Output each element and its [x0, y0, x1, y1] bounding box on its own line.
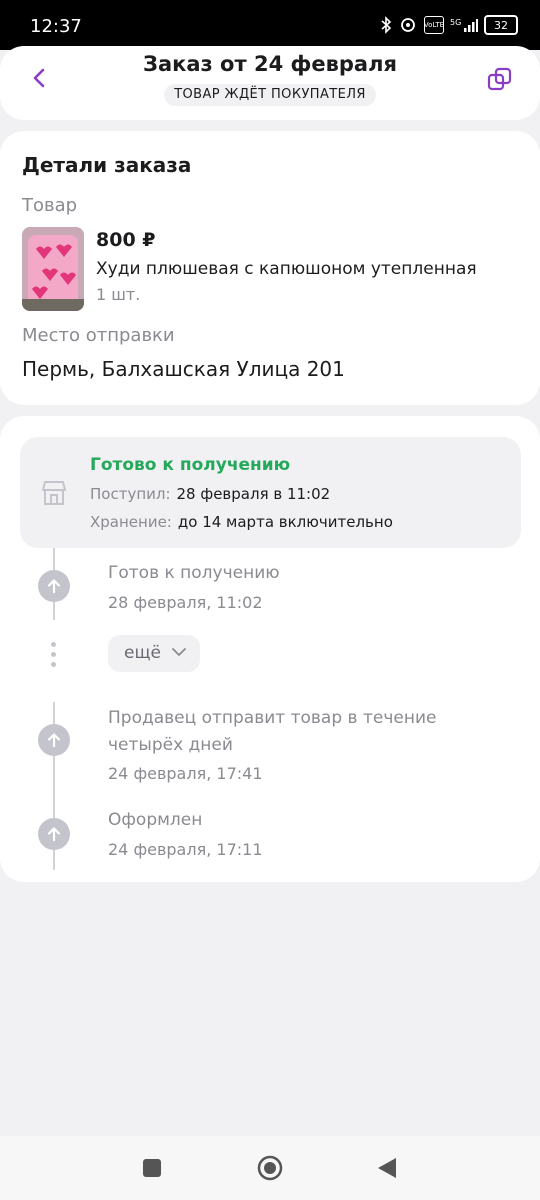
storage-label: Хранение:	[90, 513, 172, 531]
order-details-card: Детали заказа Товар 800 ₽ Худи плюшевая …	[0, 131, 540, 405]
timeline-dot-small	[51, 662, 56, 667]
ship-from-address: Пермь, Балхашская Улица 201	[22, 357, 345, 381]
timeline-dot	[38, 818, 70, 850]
show-more-button[interactable]: ещё	[108, 635, 200, 672]
signal-icon: 5G	[450, 18, 478, 32]
timeline-event-date: 28 февраля, 11:02	[108, 593, 263, 612]
pickup-status-title: Готово к получению	[90, 455, 291, 475]
arrow-up-icon	[47, 733, 61, 748]
back-icon[interactable]	[378, 1158, 396, 1178]
storage-value: до 14 марта включительно	[177, 513, 393, 531]
pickup-ready-block: Готово к получению Поступил: 28 февраля в…	[20, 437, 521, 548]
item-price: 800 ₽	[96, 229, 156, 251]
item-quantity: 1 шт.	[96, 285, 141, 304]
timeline-event-date: 24 февраля, 17:11	[108, 840, 263, 859]
home-icon[interactable]	[257, 1155, 283, 1181]
copy-icon[interactable]	[486, 66, 514, 94]
store-icon	[42, 481, 66, 505]
product-image[interactable]	[22, 227, 84, 311]
received-row: Поступил: 28 февраля в 11:02	[90, 485, 330, 503]
page-title: Заказ от 24 февраля	[143, 52, 397, 76]
item-name[interactable]: Худи плюшевая с капюшоном утепленная	[96, 259, 477, 279]
status-icons: VoLTE 5G 32	[380, 15, 518, 35]
item-label: Товар	[22, 195, 78, 216]
system-nav-bar	[0, 1136, 540, 1200]
status-time: 12:37	[30, 16, 82, 37]
status-badge: ТОВАР ЖДЁТ ПОКУПАТЕЛЯ	[164, 84, 376, 106]
bluetooth-icon	[381, 16, 392, 34]
received-value: 28 февраля в 11:02	[176, 485, 331, 503]
app-header: Заказ от 24 февраля ТОВАР ЖДЁТ ПОКУПАТЕЛ…	[0, 46, 540, 120]
hotspot-icon	[401, 18, 415, 32]
status-bar: 12:37 VoLTE 5G 32	[0, 0, 540, 50]
show-more-label: ещё	[124, 643, 161, 663]
ship-from-label: Место отправки	[22, 325, 175, 346]
tracking-card: Готово к получению Поступил: 28 февраля в…	[0, 416, 540, 882]
timeline-dot-small	[51, 642, 56, 647]
received-label: Поступил:	[90, 485, 171, 503]
volte-icon: VoLTE	[424, 16, 444, 34]
arrow-up-icon	[47, 579, 61, 594]
storage-row: Хранение: до 14 марта включительно	[90, 513, 393, 531]
chevron-down-icon	[172, 648, 186, 656]
timeline-event-date: 24 февраля, 17:41	[108, 764, 263, 783]
timeline-event-title: Оформлен	[108, 810, 203, 830]
battery-icon: 32	[484, 15, 518, 35]
timeline-dot-small	[51, 652, 56, 657]
recent-apps-icon[interactable]	[143, 1159, 161, 1177]
timeline-event-title: Готов к получению	[108, 563, 280, 583]
svg-text:5G: 5G	[450, 18, 461, 27]
timeline-dot	[38, 724, 70, 756]
arrow-up-icon	[47, 827, 61, 842]
timeline-dot	[38, 570, 70, 602]
timeline-event-title: Продавец отправит товар в течение четырё…	[108, 708, 437, 755]
section-heading: Детали заказа	[22, 153, 192, 177]
